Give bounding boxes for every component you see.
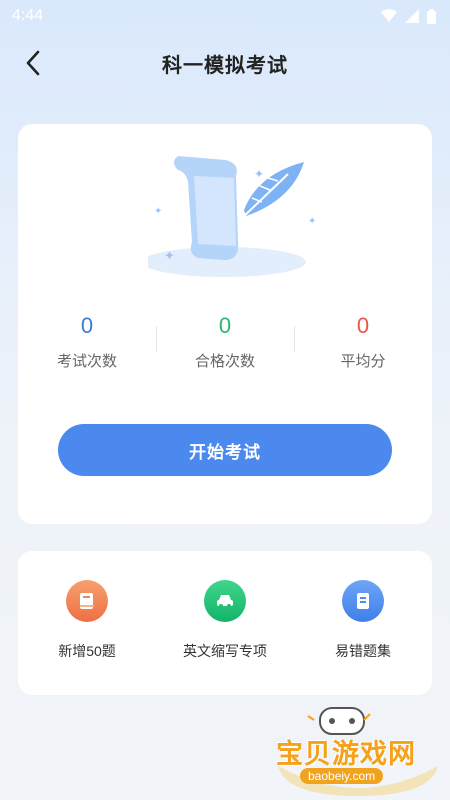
svg-text:✦: ✦ (308, 216, 316, 227)
status-bar: 4:44 (0, 0, 450, 32)
stats-row: 0 考试次数 0 合格次数 0 平均分 (18, 312, 432, 372)
start-exam-button[interactable]: 开始考试 (58, 424, 392, 476)
header: 科一模拟考试 (0, 40, 450, 86)
back-button[interactable] (18, 48, 48, 78)
wifi-icon (381, 9, 397, 22)
signal-icon (405, 9, 419, 23)
stat-label: 合格次数 (194, 353, 255, 370)
svg-text:✦: ✦ (164, 248, 175, 263)
stat-value: 0 (356, 313, 370, 338)
tool-label: 新增50题 (58, 643, 116, 659)
book-icon (66, 580, 108, 622)
chevron-left-icon (26, 50, 40, 76)
page-title: 科一模拟考试 (162, 54, 288, 77)
tool-label: 易错题集 (335, 643, 391, 659)
stat-pass-count: 0 合格次数 (156, 312, 294, 372)
stat-exam-count: 0 考试次数 (18, 312, 156, 372)
stat-label: 考试次数 (56, 353, 117, 370)
stat-label: 平均分 (340, 353, 386, 370)
note-icon (342, 580, 384, 622)
stats-card: ✦ ✦ ✦ ✦ 0 考试次数 0 合格次数 0 平均分 开始考试 (18, 124, 432, 524)
watermark-url: baobeiy.com (300, 768, 384, 784)
watermark: 宝贝游戏网 baobeiy.com (270, 700, 446, 796)
car-icon (204, 580, 246, 622)
svg-text:✦: ✦ (154, 206, 162, 217)
exam-scroll-illustration: ✦ ✦ ✦ ✦ (148, 156, 316, 277)
status-time: 4:44 (12, 7, 44, 24)
stat-value: 0 (218, 313, 232, 338)
battery-icon (427, 8, 436, 24)
watermark-text: 宝贝游戏网 (276, 739, 416, 769)
svg-text:✦: ✦ (254, 167, 264, 181)
tool-wrong-questions[interactable]: 易错题集 (294, 551, 432, 695)
tools-card: 新增50题 英文缩写专项 易错题集 (18, 551, 432, 695)
stat-average-score: 0 平均分 (294, 312, 432, 372)
status-icons (381, 8, 436, 24)
stat-value: 0 (80, 313, 94, 338)
tool-new-50-questions[interactable]: 新增50题 (18, 551, 156, 695)
tool-label: 英文缩写专项 (183, 643, 267, 659)
tool-english-abbreviations[interactable]: 英文缩写专项 (156, 551, 294, 695)
